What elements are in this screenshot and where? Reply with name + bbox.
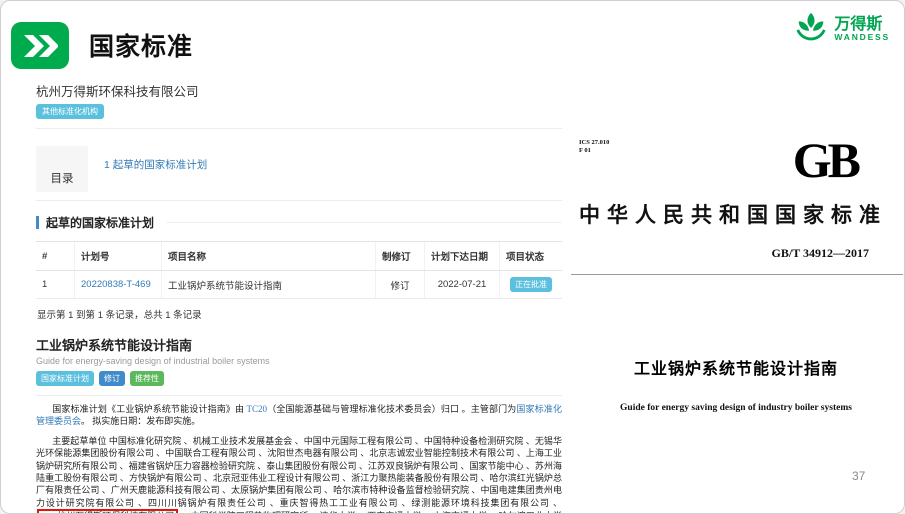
divider — [166, 222, 562, 223]
gb-logo: GB — [793, 135, 857, 185]
issue-date-cell: 2022-07-21 — [425, 271, 500, 299]
logo-name-zh: 万得斯 — [834, 17, 890, 34]
badge-revision: 修订 — [99, 371, 125, 386]
para1-text: （全国能源基础与管理标准化技术委员会）归口 。主管部门为 — [267, 404, 516, 414]
standard-number: GB/T 34912—2017 — [579, 246, 893, 261]
section-title: 起草的国家标准计划 — [46, 214, 154, 231]
paragraph-drafting-organizations: 主要起草单位 中国标准化研究院 、机械工业技术发展基金会 、中国中元国际工程有限… — [36, 435, 562, 514]
status-badge: 正在批准 — [510, 277, 552, 292]
divider — [571, 274, 903, 275]
presentation-slide: 国家标准 万得斯 WANDESS 杭州万得斯环保科技有限公司 其他标准化机构 目… — [0, 0, 905, 514]
col-status: 项目状态 — [500, 242, 563, 271]
double-chevron-icon — [11, 22, 69, 69]
para1-text: 国家标准计划《工业锅炉系统节能设计指南》由 — [52, 404, 246, 414]
company-type-badge: 其他标准化机构 — [36, 104, 104, 119]
badge-recommended: 推荐性 — [130, 371, 164, 386]
section-header: 起草的国家标准计划 — [36, 214, 562, 231]
highlighted-company: 杭州万得斯环保科技有限公司 — [37, 509, 178, 514]
standards-webpage-capture: 杭州万得斯环保科技有限公司 其他标准化机构 目录 1 起草的国家标准计划 起草的… — [36, 81, 562, 514]
project-name-cell: 工业锅炉系统节能设计指南 — [162, 271, 376, 299]
divider — [36, 200, 562, 201]
page-number: 37 — [852, 469, 865, 483]
cover-heading: 中华人民共和国国家标准 — [579, 199, 893, 229]
col-revision: 制修订 — [376, 242, 425, 271]
logo-name-en: WANDESS — [834, 33, 890, 42]
badge-national-plan: 国家标准计划 — [36, 371, 94, 386]
tc20-link[interactable]: TC20 — [247, 404, 268, 414]
plan-no-link[interactable]: 20220838-T-469 — [81, 279, 151, 290]
col-project-name: 项目名称 — [162, 242, 376, 271]
toc-link-drafted-plans[interactable]: 1 起草的国家标准计划 — [104, 159, 207, 171]
table-row: 1 20220838-T-469 工业锅炉系统节能设计指南 修订 2022-07… — [36, 271, 562, 299]
revision-cell: 修订 — [376, 271, 425, 299]
toc-label: 目录 — [36, 146, 88, 192]
gb-standard-cover: ICS 27.010 F 01 GB 中华人民共和国国家标准 GB/T 3491… — [579, 139, 893, 413]
leaf-icon — [794, 10, 828, 49]
cover-title-zh: 工业锅炉系统节能设计指南 — [579, 355, 893, 379]
standard-title-en: Guide for energy-saving design of indust… — [36, 356, 562, 366]
accent-bar — [36, 216, 39, 229]
divider — [36, 128, 562, 129]
row-index: 1 — [36, 271, 75, 299]
table-record-count: 显示第 1 到第 1 条记录，总共 1 条记录 — [36, 299, 562, 323]
standard-title-zh: 工业锅炉系统节能设计指南 — [36, 335, 562, 354]
col-issue-date: 计划下达日期 — [425, 242, 500, 271]
divider — [36, 395, 562, 396]
cover-title-en: Guide for energy saving design of indust… — [579, 403, 893, 413]
company-name: 杭州万得斯环保科技有限公司 — [36, 81, 562, 100]
toc-block: 目录 1 起草的国家标准计划 — [36, 146, 562, 192]
paragraph-overview: 国家标准计划《工业锅炉系统节能设计指南》由 TC20（全国能源基础与管理标准化技… — [36, 403, 562, 428]
para2-text: 主要起草单位 中国标准化研究院 、机械工业技术发展基金会 、中国中元国际工程有限… — [36, 436, 562, 508]
standards-table: # 计划号 项目名称 制修订 计划下达日期 项目状态 1 20220838-T-… — [36, 241, 562, 299]
standard-detail: 工业锅炉系统节能设计指南 Guide for energy-saving des… — [36, 335, 562, 514]
wandess-logo: 万得斯 WANDESS — [794, 10, 890, 49]
page-title: 国家标准 — [89, 27, 193, 63]
table-header-row: # 计划号 项目名称 制修订 计划下达日期 项目状态 — [36, 242, 562, 271]
col-plan-no: 计划号 — [75, 242, 162, 271]
para1-text: 。 拟实施日期：发布即实施。 — [81, 416, 200, 426]
col-index: # — [36, 242, 75, 271]
